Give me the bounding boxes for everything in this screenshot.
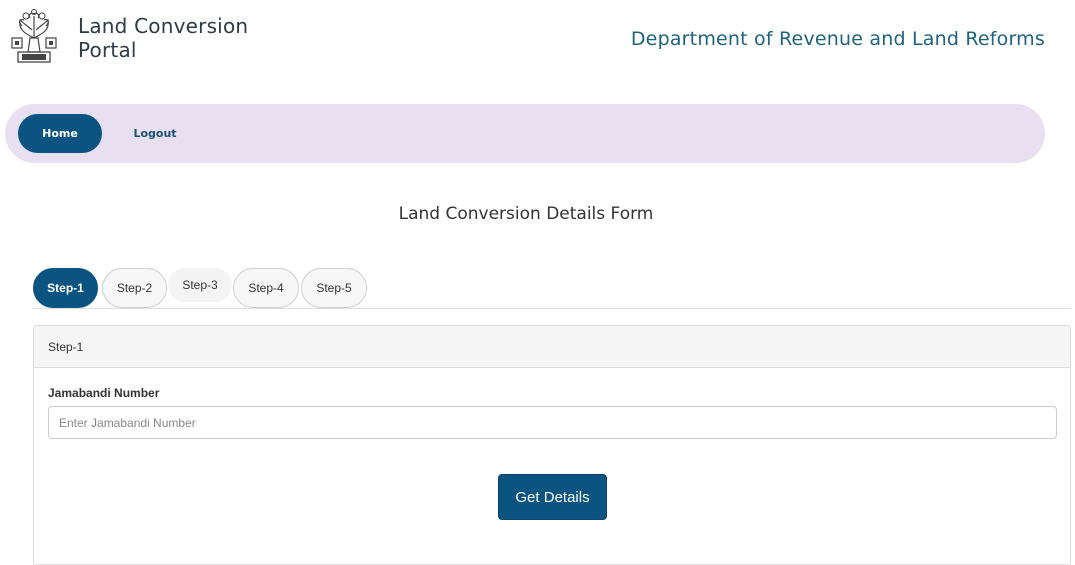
- tab-step-5[interactable]: Step-5: [301, 268, 367, 308]
- main-navbar: Home Logout: [5, 104, 1045, 163]
- department-name: Department of Revenue and Land Reforms: [630, 28, 1045, 50]
- tab-step-4[interactable]: Step-4: [233, 268, 299, 308]
- tab-step-3[interactable]: Step-3: [168, 268, 232, 302]
- tabs-divider: [33, 308, 1071, 309]
- portal-title: Land Conversion Portal: [78, 14, 278, 62]
- step-1-panel: Step-1 Jamabandi Number Get Details: [33, 325, 1071, 565]
- portal-title-line1: Land Conversion: [78, 14, 249, 38]
- jamabandi-number-input[interactable]: [48, 406, 1057, 439]
- nav-home-button[interactable]: Home: [18, 114, 102, 153]
- jamabandi-number-label: Jamabandi Number: [48, 386, 160, 400]
- form-title: Land Conversion Details Form: [398, 204, 654, 224]
- get-details-button[interactable]: Get Details: [498, 474, 607, 520]
- tab-step-1[interactable]: Step-1: [33, 268, 98, 308]
- tab-step-2[interactable]: Step-2: [102, 268, 167, 308]
- nav-logout-link[interactable]: Logout: [115, 114, 195, 153]
- bihar-emblem-icon: [8, 8, 60, 66]
- page-header: Land Conversion Portal Department of Rev…: [0, 0, 1075, 78]
- portal-title-line2: Portal: [78, 38, 137, 62]
- panel-heading: Step-1: [34, 326, 1070, 368]
